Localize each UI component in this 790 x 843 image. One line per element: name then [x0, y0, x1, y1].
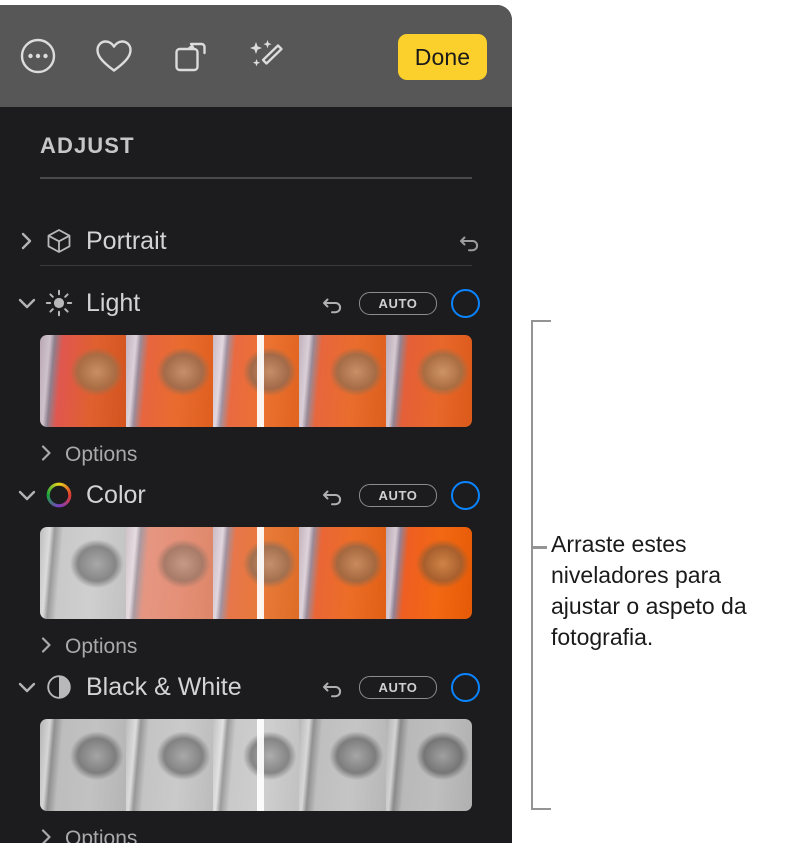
reset-button-light[interactable]: [321, 291, 345, 315]
toggle-ring-color[interactable]: [451, 480, 480, 510]
options-row-blackwhite[interactable]: Options: [40, 823, 137, 843]
auto-button-light[interactable]: AUTO: [359, 291, 437, 315]
auto-button-label: AUTO: [378, 679, 418, 695]
auto-button-label: AUTO: [378, 487, 418, 503]
filmstrip-frame: [385, 335, 472, 427]
toggle-ring-light[interactable]: [451, 288, 480, 318]
filmstrip-frame: [299, 527, 386, 619]
adjust-panel-content: ADJUST Portrait Light AUTO Options Color…: [0, 107, 512, 843]
filmstrip-frame: [40, 527, 127, 619]
more-options-icon: [19, 37, 57, 75]
favorite-button[interactable]: [76, 5, 152, 107]
section-tools-blackwhite: AUTO: [321, 665, 480, 709]
done-button-label: Done: [414, 43, 471, 70]
section-row-blackwhite[interactable]: Black & White AUTO: [0, 665, 512, 709]
filmstrip-frame: [126, 719, 213, 811]
done-button[interactable]: Done: [398, 34, 487, 80]
section-label-blackwhite: Black & White: [86, 672, 242, 701]
callout-bracket: [531, 320, 551, 810]
contrast-circle-icon: [44, 673, 74, 701]
chevron-down-icon[interactable]: [12, 680, 42, 694]
filmstrip-frame: [212, 719, 300, 811]
section-label-color: Color: [86, 480, 146, 509]
auto-button-color[interactable]: AUTO: [359, 483, 437, 507]
section-row-color[interactable]: Color AUTO: [0, 473, 512, 517]
section-divider-portrait: [40, 265, 472, 266]
section-label-portrait: Portrait: [86, 226, 167, 255]
sun-icon: [44, 289, 74, 317]
filmstrip-frame: [385, 719, 472, 811]
photo-editor-panel: Done ADJUST Portrait Light AUTO Options …: [0, 5, 512, 843]
color-wheel-icon: [44, 481, 74, 509]
filmstrip-frame: [212, 527, 300, 619]
favorite-heart-icon: [94, 37, 134, 75]
filmstrip-frame: [40, 719, 127, 811]
chevron-right-icon[interactable]: [12, 231, 42, 251]
filmstrip-frame: [299, 335, 386, 427]
cube-icon: [44, 227, 74, 255]
callout-text: Arraste estes niveladores para ajustar o…: [551, 531, 747, 650]
options-row-color[interactable]: Options: [40, 631, 137, 663]
rotate-button[interactable]: [152, 5, 228, 107]
more-options-button[interactable]: [0, 5, 76, 107]
section-tools-light: AUTO: [321, 281, 480, 325]
filmstrip-frame: [385, 527, 472, 619]
section-row-light[interactable]: Light AUTO: [0, 281, 512, 325]
page-title: ADJUST: [40, 133, 135, 158]
filmstrip-frame: [299, 719, 386, 811]
options-label-blackwhite: Options: [65, 827, 138, 843]
options-label-color: Options: [65, 635, 138, 658]
auto-enhance-wand-icon: [245, 36, 287, 76]
toggle-ring-blackwhite[interactable]: [451, 672, 480, 702]
auto-button-label: AUTO: [378, 295, 418, 311]
rotate-icon: [170, 36, 210, 76]
auto-enhance-button[interactable]: [228, 5, 304, 107]
section-label-light: Light: [86, 288, 141, 317]
filmstrip-frame: [212, 335, 300, 427]
options-row-light[interactable]: Options: [40, 439, 137, 471]
chevron-down-icon[interactable]: [12, 488, 42, 502]
reset-button-blackwhite[interactable]: [321, 675, 345, 699]
section-tools-portrait: [458, 219, 482, 263]
slider-filmstrip-blackwhite[interactable]: [40, 719, 472, 811]
title-divider: [40, 177, 472, 179]
reset-button-color[interactable]: [321, 483, 345, 507]
filmstrip-frame: [126, 527, 213, 619]
chevron-right-icon[interactable]: [40, 636, 53, 659]
filmstrip-frame: [126, 335, 213, 427]
chevron-down-icon[interactable]: [12, 296, 42, 310]
chevron-right-icon[interactable]: [40, 828, 53, 843]
callout-tick: [531, 546, 547, 549]
slider-filmstrip-light[interactable]: [40, 335, 472, 427]
options-label-light: Options: [65, 443, 138, 466]
slider-filmstrip-color[interactable]: [40, 527, 472, 619]
section-row-portrait[interactable]: Portrait: [0, 219, 512, 263]
editor-toolbar: Done: [0, 5, 512, 107]
filmstrip-frame: [40, 335, 127, 427]
reset-button-portrait[interactable]: [458, 229, 482, 253]
section-tools-color: AUTO: [321, 473, 480, 517]
chevron-right-icon[interactable]: [40, 444, 53, 467]
auto-button-blackwhite[interactable]: AUTO: [359, 675, 437, 699]
